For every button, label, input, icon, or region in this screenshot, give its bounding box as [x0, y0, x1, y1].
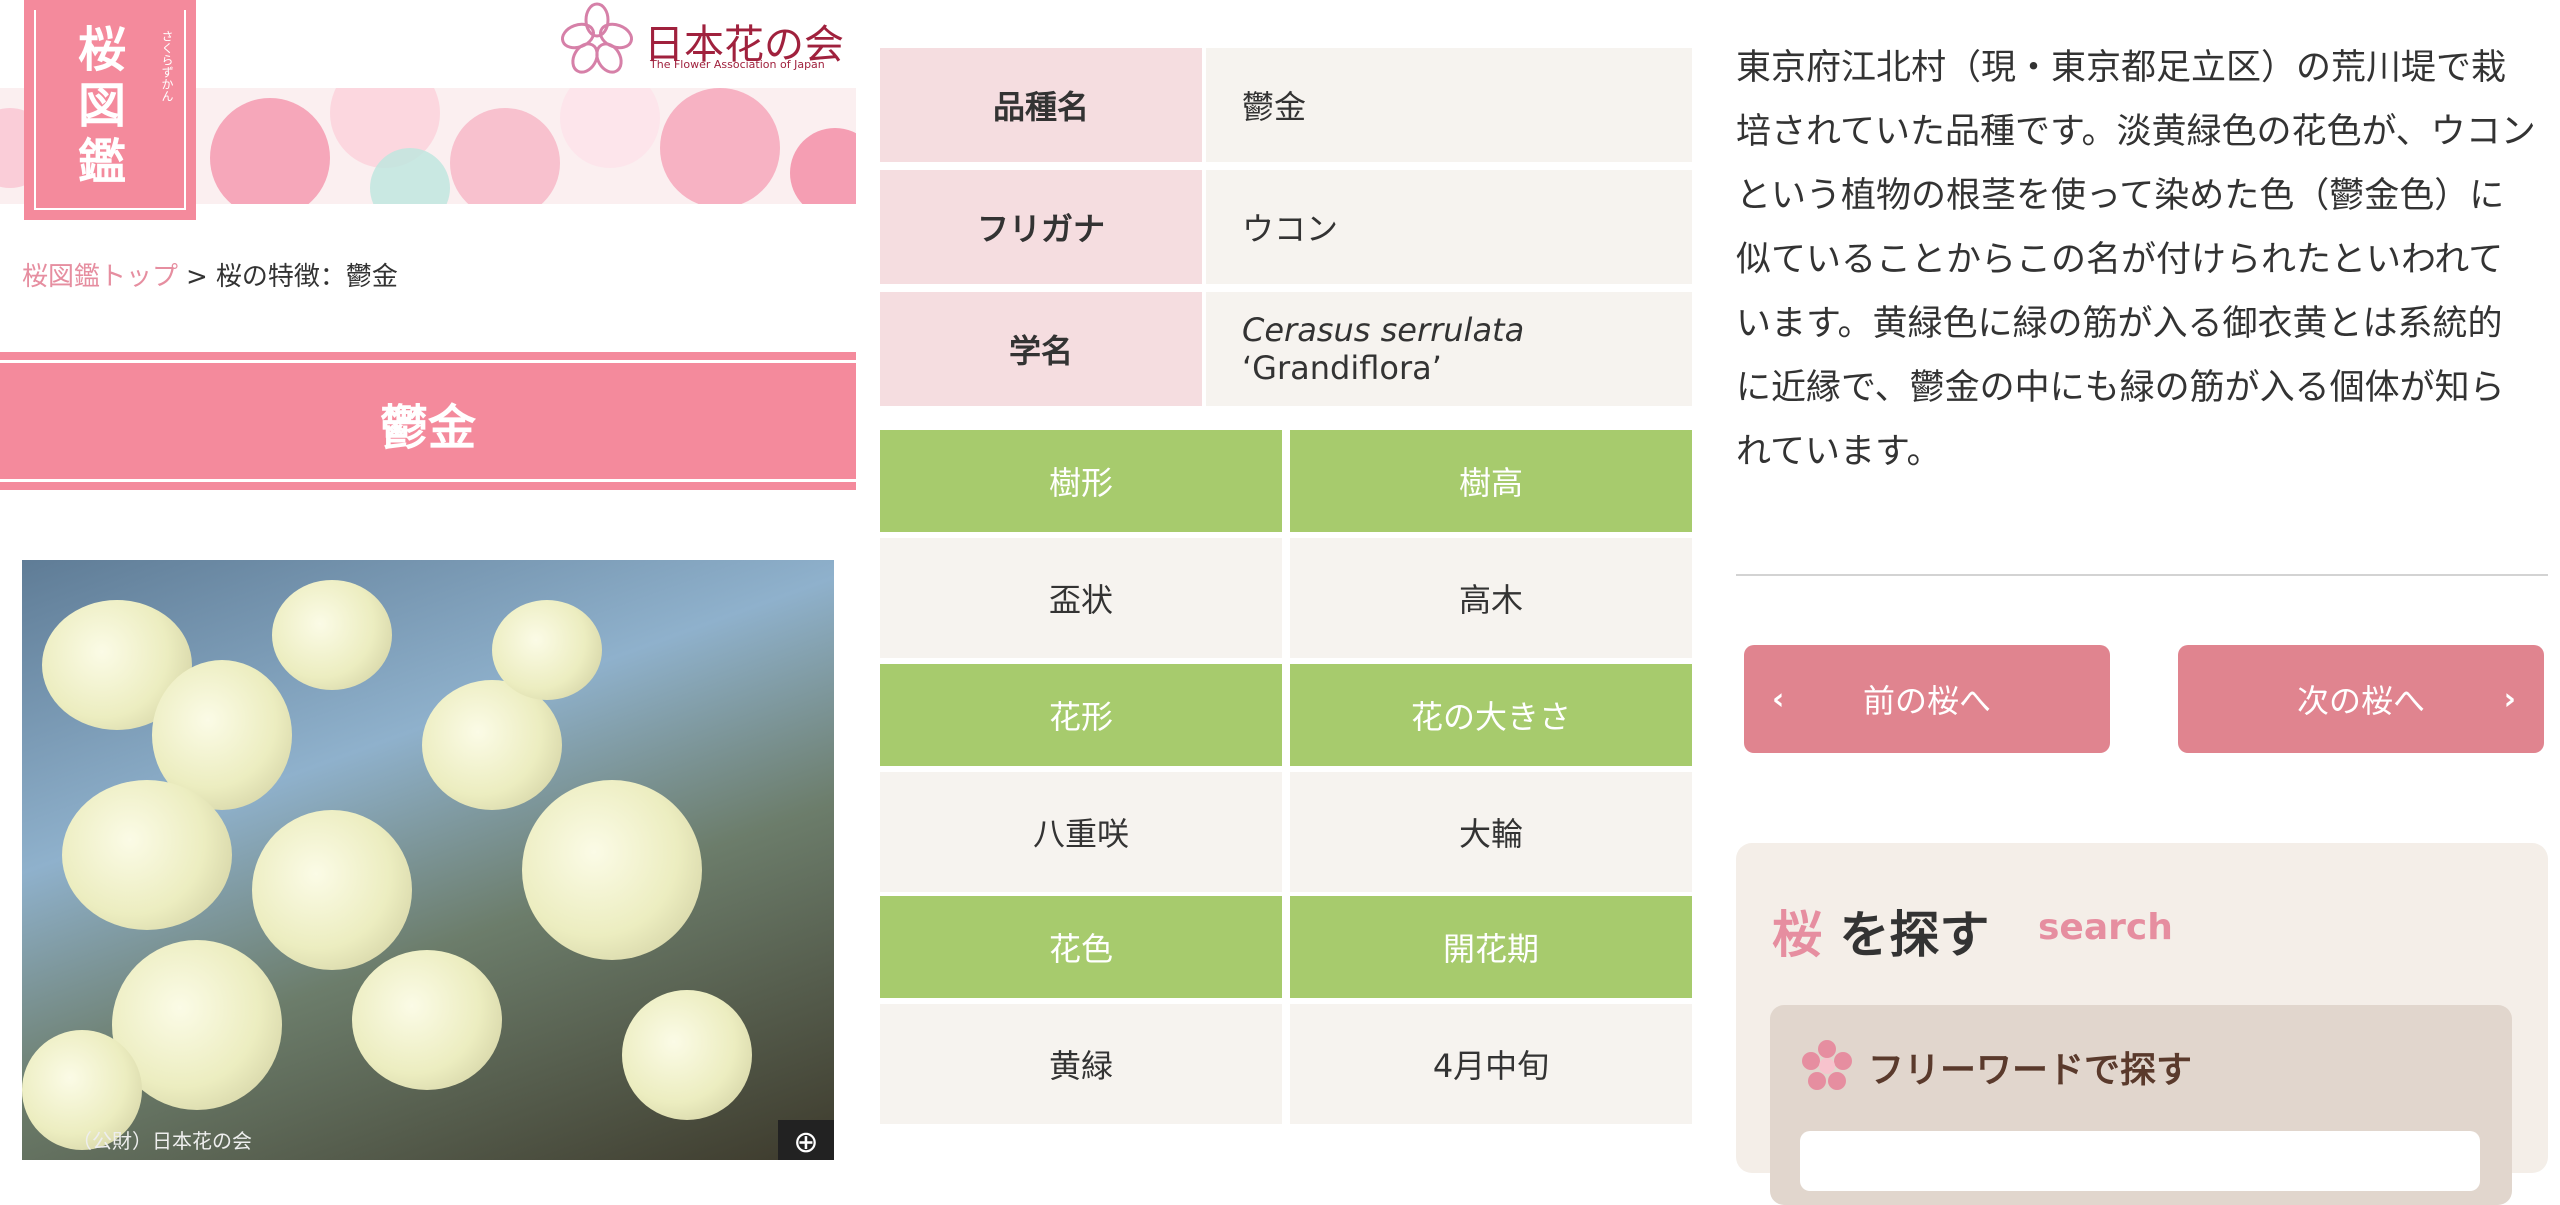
- freeword-search-box: フリーワードで探す: [1770, 1005, 2512, 1205]
- search-heading: 桜 を探す: [1772, 895, 1989, 967]
- search-subheading: search: [2038, 907, 2173, 948]
- logo-title: 桜図鑑: [78, 22, 127, 190]
- feature-value: 黄緑: [880, 1004, 1282, 1124]
- breadcrumb: 桜図鑑トップ > 桜の特徴：鬱金: [22, 256, 398, 293]
- breadcrumb-home-link[interactable]: 桜図鑑トップ: [22, 262, 178, 292]
- logo-ruby: さくらずかん: [160, 30, 174, 102]
- info-label: フリガナ: [880, 170, 1202, 284]
- prev-button-label: 前の桜へ: [1862, 682, 1991, 720]
- feature-value: 大輪: [1290, 772, 1692, 892]
- feature-header: 花形: [880, 664, 1282, 766]
- chevron-right-icon: ›: [2503, 681, 2516, 717]
- prev-sakura-button[interactable]: ‹ 前の桜へ: [1744, 645, 2110, 753]
- chevron-left-icon: ‹: [1772, 681, 1785, 717]
- page-title: 鬱金: [379, 400, 476, 456]
- photo-credit: （公財）日本花の会: [72, 1129, 252, 1153]
- association-english: The Flower Association of Japan: [650, 58, 825, 71]
- association-logo[interactable]: 日本花の会 The Flower Association of Japan: [558, 2, 848, 76]
- info-value: 鬱金: [1206, 48, 1692, 162]
- search-heading-text: を探す: [1839, 906, 1990, 964]
- cherry-blossom-photo[interactable]: （公財）日本花の会 ⊕: [22, 560, 834, 1160]
- info-label: 品種名: [880, 48, 1202, 162]
- info-label: 学名: [880, 292, 1202, 406]
- freeword-search-input[interactable]: [1800, 1131, 2480, 1191]
- info-value: ウコン: [1206, 170, 1692, 284]
- info-row-furigana: フリガナ ウコン: [880, 170, 1692, 284]
- variety-description: 東京府江北村（現・東京都足立区）の荒川堤で栽培されていた品種です。淡黄緑色の花色…: [1736, 48, 2536, 472]
- feature-value: 盃状: [880, 538, 1282, 658]
- next-button-label: 次の桜へ: [2296, 682, 2425, 720]
- feature-value: 高木: [1290, 538, 1692, 658]
- scientific-name-latin: Cerasus serrulata: [1242, 311, 1525, 349]
- freeword-label: フリーワードで探す: [1868, 1050, 2193, 1091]
- feature-value: 八重咲: [880, 772, 1282, 892]
- info-row-variety: 品種名 鬱金: [880, 48, 1692, 162]
- feature-header: 樹形: [880, 430, 1282, 532]
- scientific-name-cultivar: ‘Grandiflora’: [1242, 349, 1442, 387]
- feature-header: 樹高: [1290, 430, 1692, 532]
- feature-value: 4月中旬: [1290, 1004, 1692, 1124]
- feature-header: 花色: [880, 896, 1282, 998]
- next-sakura-button[interactable]: 次の桜へ ›: [2178, 645, 2544, 753]
- search-panel: 桜 を探す search フリーワードで探す: [1736, 843, 2548, 1205]
- feature-header: 開花期: [1290, 896, 1692, 998]
- breadcrumb-current: 桜の特徴：鬱金: [215, 262, 398, 292]
- cherry-blossom-icon: [561, 2, 633, 74]
- breadcrumb-separator: >: [186, 262, 208, 292]
- info-value: Cerasus serrulata ‘Grandiflora’: [1206, 292, 1692, 406]
- title-bar: 鬱金: [0, 352, 856, 490]
- search-heading-accent: 桜: [1772, 906, 1822, 964]
- divider: [1736, 574, 2548, 576]
- feature-header: 花の大きさ: [1290, 664, 1692, 766]
- zoom-in-icon[interactable]: ⊕: [778, 1120, 834, 1160]
- site-logo[interactable]: 桜図鑑 さくらずかん: [24, 0, 196, 220]
- cherry-blossom-icon: [1802, 1040, 1852, 1090]
- info-row-scientific-name: 学名 Cerasus serrulata ‘Grandiflora’: [880, 292, 1692, 406]
